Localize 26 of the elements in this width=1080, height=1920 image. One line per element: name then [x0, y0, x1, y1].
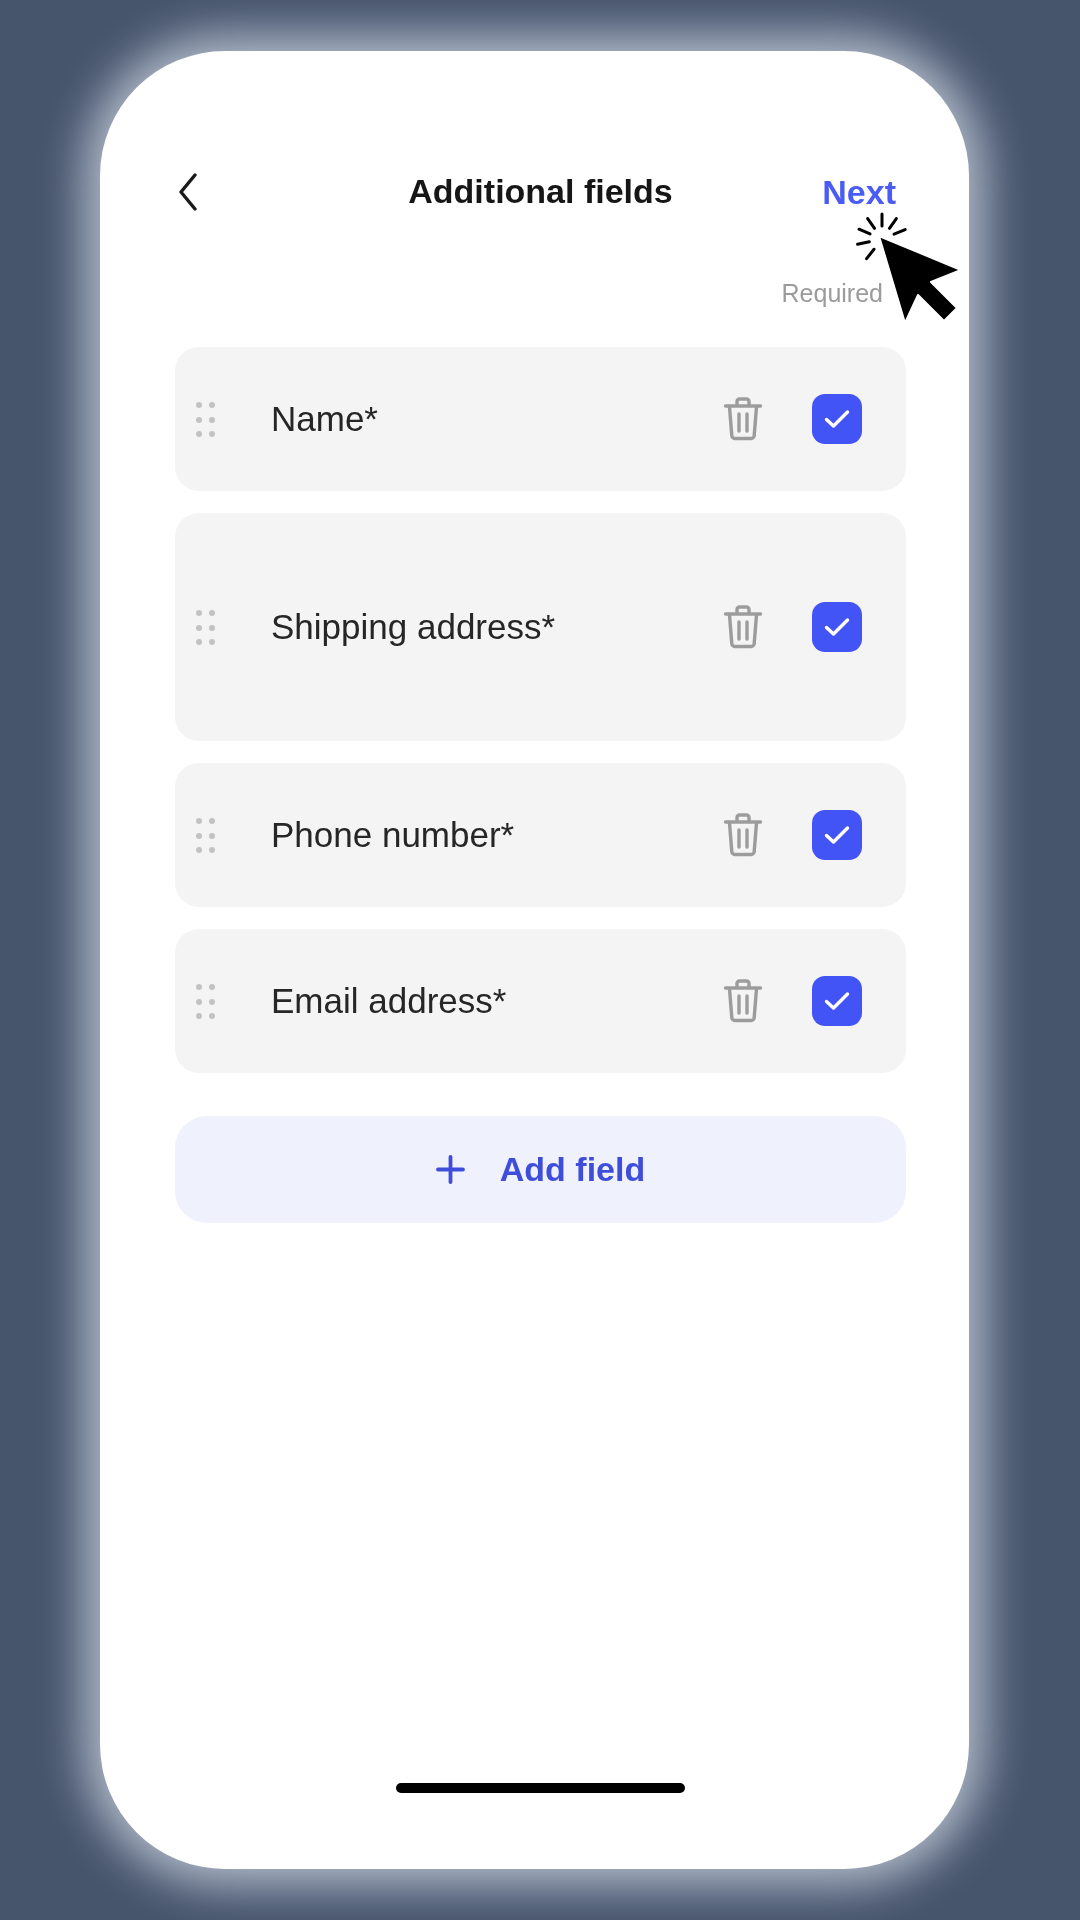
plus-icon [435, 1155, 465, 1184]
trash-icon[interactable] [723, 397, 763, 441]
trash-icon[interactable] [723, 979, 763, 1023]
required-column-label: Required [781, 278, 883, 308]
drag-handle-icon[interactable] [196, 609, 215, 645]
check-icon [824, 991, 850, 1011]
add-field-button[interactable]: Add field [175, 1116, 906, 1223]
back-icon[interactable] [178, 173, 198, 211]
required-checkbox[interactable] [812, 602, 862, 652]
field-label: Email address* [271, 981, 508, 1021]
trash-icon[interactable] [723, 813, 763, 857]
next-button[interactable]: Next [822, 173, 896, 211]
field-label: Name* [271, 399, 379, 439]
required-checkbox[interactable] [812, 394, 862, 444]
check-icon [824, 617, 850, 637]
screen-title: Additional fields [408, 172, 673, 212]
drag-handle-icon[interactable] [196, 817, 215, 853]
required-checkbox[interactable] [812, 810, 862, 860]
drag-handle-icon[interactable] [196, 401, 215, 437]
check-icon [824, 409, 850, 429]
field-label: Phone number* [271, 815, 516, 855]
check-icon [824, 825, 850, 845]
trash-icon[interactable] [723, 605, 763, 649]
drag-handle-icon[interactable] [196, 983, 215, 1019]
field-label: Shipping address* [271, 607, 557, 647]
required-checkbox[interactable] [812, 976, 862, 1026]
